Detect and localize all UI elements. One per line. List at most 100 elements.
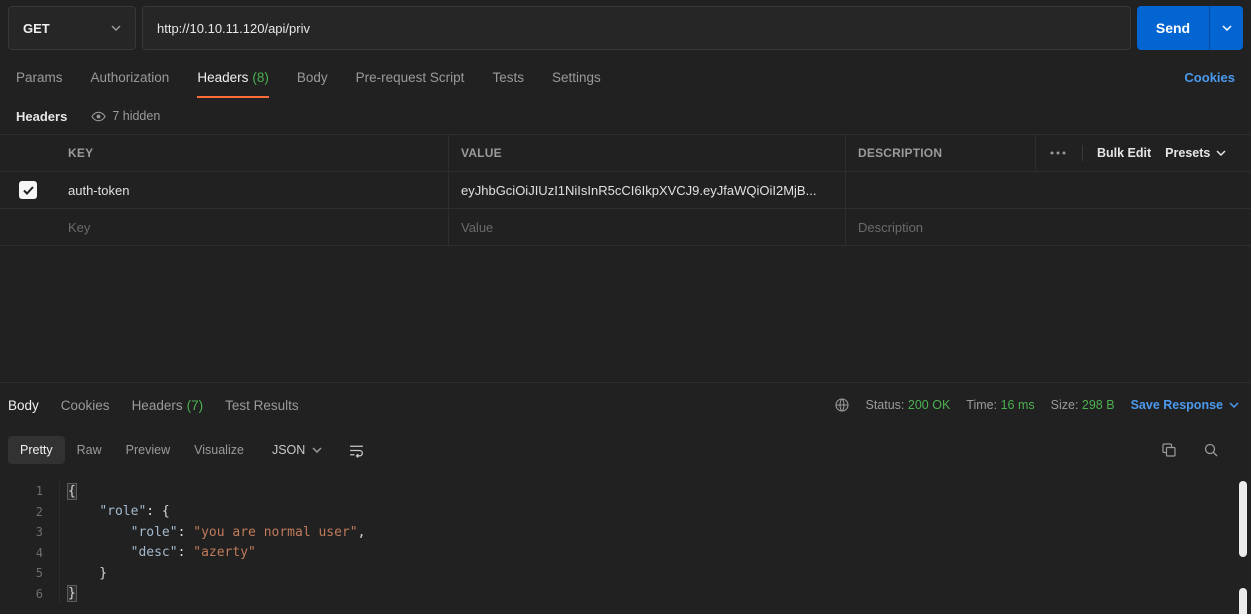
tab-tests[interactable]: Tests [492,56,524,98]
code-line: 6} [0,584,1251,605]
cookies-link[interactable]: Cookies [1184,70,1235,85]
view-tab-visualize[interactable]: Visualize [182,436,256,464]
tab-params[interactable]: Params [16,56,63,98]
size-value: 298 B [1082,398,1115,412]
table-row: auth-token eyJhbGciOiJIUzI1NiIsInR5cCI6I… [0,172,1251,209]
chevron-down-icon [312,447,322,453]
line-number: 1 [0,481,60,502]
scrollbar-thumb[interactable] [1239,588,1247,614]
tab-body[interactable]: Body [297,56,328,98]
response-tab-cookies[interactable]: Cookies [61,398,110,413]
bulk-edit-button[interactable]: Bulk Edit [1097,146,1151,160]
tab-label: Body [297,70,328,85]
headers-section-title: Headers [16,109,67,124]
hidden-headers-label: 7 hidden [112,109,160,123]
column-header-description: DESCRIPTION [845,135,1035,171]
response-tab-headers[interactable]: Headers(7) [132,398,204,413]
presets-label: Presets [1165,146,1210,160]
code-line: 2 "role": { [0,502,1251,523]
view-tab-pretty[interactable]: Pretty [8,436,65,464]
tab-authorization[interactable]: Authorization [91,56,170,98]
tab-settings[interactable]: Settings [552,56,601,98]
response-view-bar: PrettyRawPreviewVisualize JSON [0,427,1251,473]
size-badge: Size: 298 B [1051,398,1115,412]
table-actions: Bulk Edit Presets [1035,135,1251,171]
response-tab-test-results[interactable]: Test Results [225,398,299,413]
line-number: 6 [0,584,60,605]
time-badge: Time: 16 ms [966,398,1034,412]
key-input[interactable] [68,220,436,235]
save-response-button[interactable]: Save Response [1131,398,1239,412]
send-options-button[interactable] [1209,6,1243,50]
view-tab-preview[interactable]: Preview [114,436,182,464]
url-input[interactable] [142,6,1131,50]
more-options-icon[interactable] [1048,147,1068,159]
code-text: } [60,566,107,581]
code-text: "role": "you are normal user", [60,525,365,540]
scrollbar-thumb[interactable] [1239,481,1247,557]
copy-icon[interactable] [1161,442,1177,458]
search-icon[interactable] [1203,442,1219,458]
response-panel: Body Cookies Headers(7) Test Results Status… [0,382,1251,614]
placeholder-value-cell[interactable] [448,209,845,245]
tab-label: Tests [492,70,524,85]
line-number: 2 [0,502,60,523]
send-button[interactable]: Send [1137,6,1209,50]
tab-label: Settings [552,70,601,85]
description-input[interactable] [858,220,1239,235]
placeholder-description-cell[interactable] [845,209,1251,245]
value-input[interactable] [461,220,833,235]
tab-count: (8) [252,70,269,85]
tab-count: (7) [187,398,204,413]
code-line: 4 "desc": "azerty" [0,543,1251,564]
code-text: "role": { [60,504,170,519]
format-dropdown[interactable]: JSON [272,443,322,457]
response-body-code[interactable]: 1{2 "role": {3 "role": "you are normal u… [0,473,1251,614]
request-body-spacer [0,246,1251,382]
line-number: 3 [0,522,60,543]
tab-headers[interactable]: Headers (8) [197,56,269,98]
time-value: 16 ms [1001,398,1035,412]
network-icon[interactable] [834,397,850,413]
headers-meta-row: Headers 7 hidden [0,98,1251,134]
response-tabs: Body Cookies Headers(7) Test Results Status… [0,383,1251,427]
chevron-down-icon [1216,150,1226,156]
presets-dropdown[interactable]: Presets [1165,146,1226,160]
header-key-cell[interactable]: auth-token [56,172,448,208]
code-line: 1{ [0,481,1251,502]
code-text: { [60,484,76,499]
view-tab-raw[interactable]: Raw [65,436,114,464]
divider [1082,145,1083,161]
row-checkbox[interactable] [19,181,37,199]
request-tabs: Params Authorization Headers (8) Body Pre-req… [0,56,1251,98]
row-checkbox-cell [0,172,56,208]
response-meta: Status: 200 OK Time: 16 ms Size: 298 B S… [834,397,1240,413]
response-tools [1161,442,1243,458]
header-value-cell[interactable]: eyJhbGciOiJIUzI1NiIsInR5cCI6IkpXVCJ9.eyJ… [448,172,845,208]
line-number: 4 [0,543,60,564]
code-text: } [60,586,76,601]
line-number: 5 [0,563,60,584]
response-tab-body[interactable]: Body [8,398,39,413]
tab-label: Test Results [225,398,299,413]
tab-label: Params [16,70,63,85]
header-checkbox-cell [0,135,56,171]
tab-label: Headers [197,70,248,85]
tab-label: Body [8,398,39,413]
tab-pre-request-script[interactable]: Pre-request Script [356,56,465,98]
chevron-down-icon [1229,402,1239,408]
placeholder-key-cell[interactable] [56,209,448,245]
status-badge: Status: 200 OK [866,398,951,412]
header-description-cell[interactable] [845,172,1251,208]
chevron-down-icon [111,25,121,31]
send-group: Send [1137,6,1243,50]
table-header-row: KEY VALUE DESCRIPTION Bulk Edit Presets [0,135,1251,172]
status-value: 200 OK [908,398,950,412]
wrap-lines-icon[interactable] [344,438,369,463]
method-select[interactable]: GET [8,6,136,50]
chevron-down-icon [1222,25,1232,31]
eye-icon [91,109,106,124]
hidden-headers-toggle[interactable]: 7 hidden [91,109,160,124]
code-text: "desc": "azerty" [60,545,256,560]
tab-label: Authorization [91,70,170,85]
